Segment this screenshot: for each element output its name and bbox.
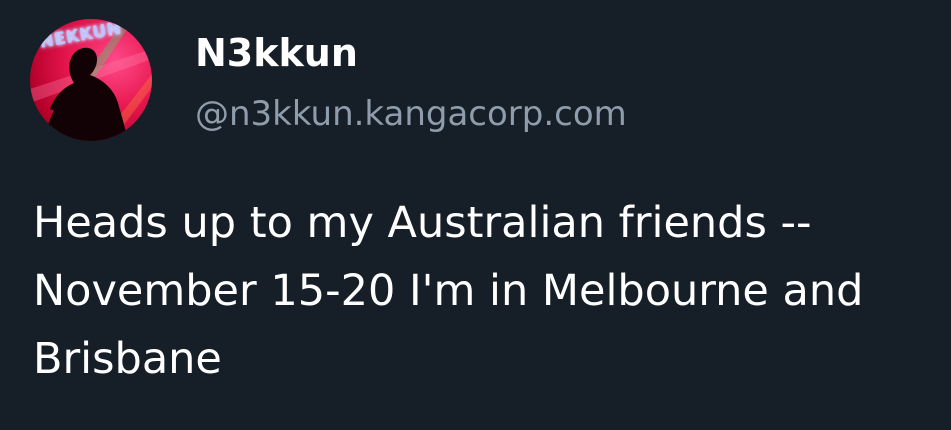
author-avatar[interactable]: NEKKUN <box>30 19 152 141</box>
author-display-name[interactable]: N3kkun <box>195 30 358 76</box>
post-card: NEKKUN N3kkun @n3kkun.kangacorp.com Head… <box>0 0 951 430</box>
author-handle[interactable]: @n3kkun.kangacorp.com <box>195 91 627 137</box>
post-body-text: Heads up to my Australian friends -- Nov… <box>33 198 864 384</box>
